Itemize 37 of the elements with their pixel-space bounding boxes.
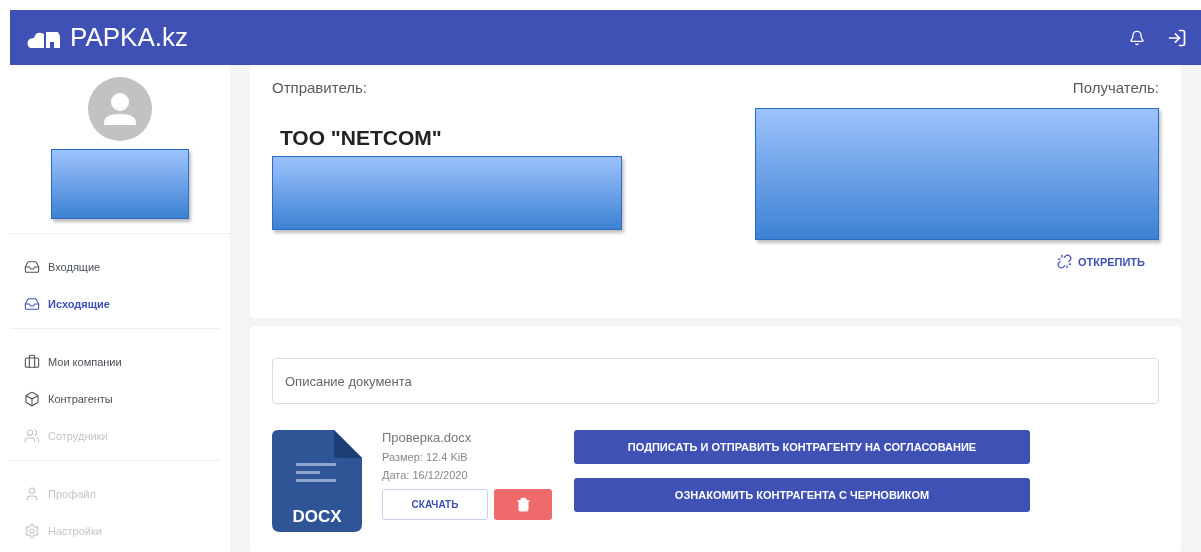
notifications-icon[interactable] [1129,29,1145,46]
action-button[interactable]: ОЗНАКОМИТЬ КОНТРАГЕНТА С ЧЕРНОВИКОМ [574,478,1030,512]
sidebar-label: Мои компании [48,355,122,368]
briefcase-icon [24,353,40,370]
sidebar-label: Профайл [48,487,96,500]
sidebar-item[interactable]: Мои компании [10,343,220,380]
trash-icon [515,497,531,512]
file-size: Размер: 12.4 KiB [382,451,469,463]
users-icon [24,427,40,444]
file-name: Проверка.docx [382,430,473,445]
sidebar-label: Исходящие [48,297,110,310]
user-icon [24,485,40,502]
sidebar-label: Настройки [48,524,102,537]
sender-name: ТОО "NETCOM" [280,126,443,150]
inbox-icon [24,295,40,312]
settings-icon [24,522,40,539]
unpin-link[interactable]: ОТКРЕПИТЬ [1056,254,1145,269]
delete-button[interactable] [494,489,552,520]
docx-file-icon: DOCX [272,430,362,532]
download-button[interactable]: СКАЧАТЬ [382,489,488,520]
action-button[interactable]: ПОДПИСАТЬ И ОТПРАВИТЬ КОНТРАГЕНТУ НА СОГЛАСОВАНИЕ [574,430,1030,464]
sender-label: Отправитель: [272,79,367,96]
avatar-icon [88,77,152,141]
recipient-label: Получатель: [1072,79,1159,96]
sidebar-item[interactable]: Входящие [10,248,220,285]
file-date: Дата: 16/12/2020 [382,469,469,481]
sidebar-label: Контрагенты [48,392,113,405]
sidebar-item[interactable]: Исходящие [10,285,220,322]
sidebar-label: Сотрудники [48,429,108,442]
unlink-icon [1056,254,1072,269]
sidebar-label: Входящие [48,260,101,273]
app-logo: PAPKA.kz [70,22,188,53]
description-field[interactable]: Описание документа [272,358,1159,404]
inbox-icon [24,258,40,275]
cube-icon [24,390,40,407]
logout-icon[interactable] [1167,27,1187,48]
sidebar-item[interactable]: Контрагенты [10,380,220,417]
